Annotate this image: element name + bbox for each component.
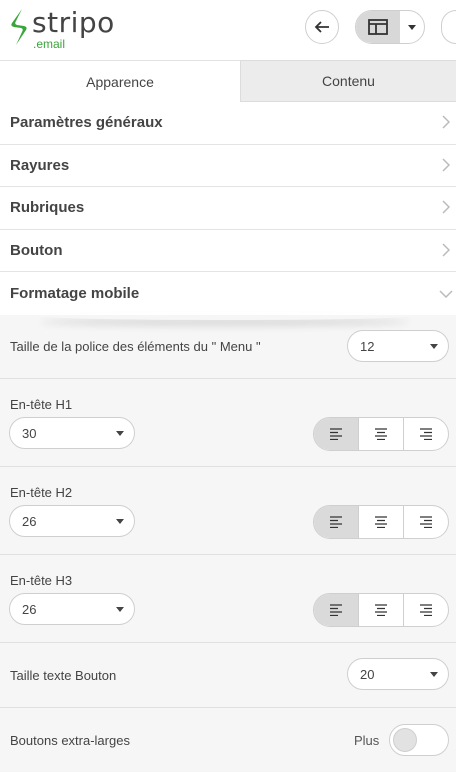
h2-label: En-tête H2 — [10, 485, 73, 500]
accordion-general-settings[interactable]: Paramètres généraux — [0, 102, 456, 145]
accordion-mobile-formatting[interactable]: Formatage mobile — [0, 272, 456, 315]
align-left-button[interactable] — [314, 418, 358, 450]
h1-size-select[interactable]: 30 — [9, 417, 135, 449]
wide-buttons-row: Boutons extra-larges Plus — [0, 708, 456, 772]
accordion-label: Bouton — [10, 241, 63, 259]
caret-down-icon — [116, 519, 124, 524]
back-button[interactable] — [305, 10, 339, 44]
h1-alignment-group — [313, 417, 449, 451]
align-right-button[interactable] — [403, 506, 448, 538]
accordion-label: Rayures — [10, 156, 70, 174]
wide-buttons-toggle-label: Plus — [354, 733, 380, 748]
select-value: 30 — [22, 425, 37, 441]
h2-row: En-tête H2 26 — [0, 467, 456, 555]
accordion-headings[interactable]: Rubriques — [0, 187, 456, 230]
align-right-button[interactable] — [403, 418, 448, 450]
wide-buttons-label: Boutons extra-larges — [10, 733, 130, 748]
chevron-right-icon — [442, 242, 450, 257]
top-bar: stripo .email — [0, 0, 456, 60]
layout-dropdown-button[interactable] — [400, 11, 424, 43]
logo-subtext: .email — [33, 37, 66, 51]
logo-bolt-icon — [11, 9, 27, 45]
h3-row: En-tête H3 26 — [0, 555, 456, 643]
wide-buttons-toggle[interactable] — [389, 724, 449, 756]
button-text-size-row: Taille texte Bouton 20 — [0, 643, 456, 708]
h1-row: En-tête H1 30 — [0, 379, 456, 467]
h1-label: En-tête H1 — [10, 397, 73, 412]
align-left-icon — [330, 516, 342, 528]
caret-down-icon — [430, 672, 438, 677]
button-text-size-select[interactable]: 20 — [347, 658, 449, 690]
logo-text: stripo — [32, 6, 115, 39]
panel-layout-icon — [367, 19, 388, 35]
align-center-icon — [375, 516, 387, 528]
menu-font-size-select[interactable]: 12 — [347, 330, 449, 362]
select-value: 26 — [22, 601, 37, 617]
align-left-button[interactable] — [314, 594, 358, 626]
caret-down-icon — [116, 607, 124, 612]
align-center-button[interactable] — [358, 506, 403, 538]
chevron-right-icon — [442, 115, 450, 129]
align-right-icon — [420, 428, 432, 440]
toggle-knob — [393, 728, 417, 752]
accordion-label: Formatage mobile — [10, 284, 140, 302]
align-right-icon — [420, 604, 432, 616]
arrow-left-icon — [314, 21, 329, 33]
align-left-icon — [330, 428, 342, 440]
align-right-icon — [420, 516, 432, 528]
menu-font-size-row: Taille de la police des éléments du " Me… — [0, 315, 456, 379]
accordion-button[interactable]: Bouton — [0, 230, 456, 272]
select-value: 26 — [22, 513, 37, 529]
h2-alignment-group — [313, 505, 449, 539]
select-value: 12 — [360, 338, 375, 354]
tab-contenu[interactable]: Contenu — [241, 60, 456, 102]
h2-size-select[interactable]: 26 — [9, 505, 135, 537]
accordion-label: Paramètres généraux — [10, 114, 163, 132]
button-text-size-label: Taille texte Bouton — [10, 668, 117, 683]
tab-bar: Apparence Contenu — [0, 60, 456, 102]
align-left-button[interactable] — [314, 506, 358, 538]
chevron-down-icon — [439, 290, 453, 298]
menu-font-size-label: Taille de la police des éléments du " Me… — [10, 339, 261, 354]
chevron-right-icon — [442, 200, 450, 214]
chevron-right-icon — [442, 157, 450, 172]
h3-label: En-tête H3 — [10, 573, 73, 588]
align-right-button[interactable] — [403, 594, 448, 626]
tab-apparence[interactable]: Apparence — [0, 60, 241, 102]
select-value: 20 — [360, 666, 375, 682]
h3-size-select[interactable]: 26 — [9, 593, 135, 625]
caret-down-icon — [407, 24, 416, 30]
stripo-logo: stripo .email — [8, 6, 118, 52]
align-center-button[interactable] — [358, 418, 403, 450]
more-button[interactable] — [441, 10, 456, 44]
accordion-stripes[interactable]: Rayures — [0, 145, 456, 187]
align-center-icon — [375, 604, 387, 616]
h3-alignment-group — [313, 593, 449, 627]
settings-accordion: Paramètres généraux Rayures Rubriques Bo… — [0, 102, 456, 315]
caret-down-icon — [116, 431, 124, 436]
caret-down-icon — [430, 344, 438, 349]
layout-toggle-button[interactable] — [355, 10, 425, 44]
layout-panel-button[interactable] — [356, 11, 400, 43]
align-center-button[interactable] — [358, 594, 403, 626]
accordion-label: Rubriques — [10, 199, 85, 217]
align-center-icon — [375, 428, 387, 440]
align-left-icon — [330, 604, 342, 616]
